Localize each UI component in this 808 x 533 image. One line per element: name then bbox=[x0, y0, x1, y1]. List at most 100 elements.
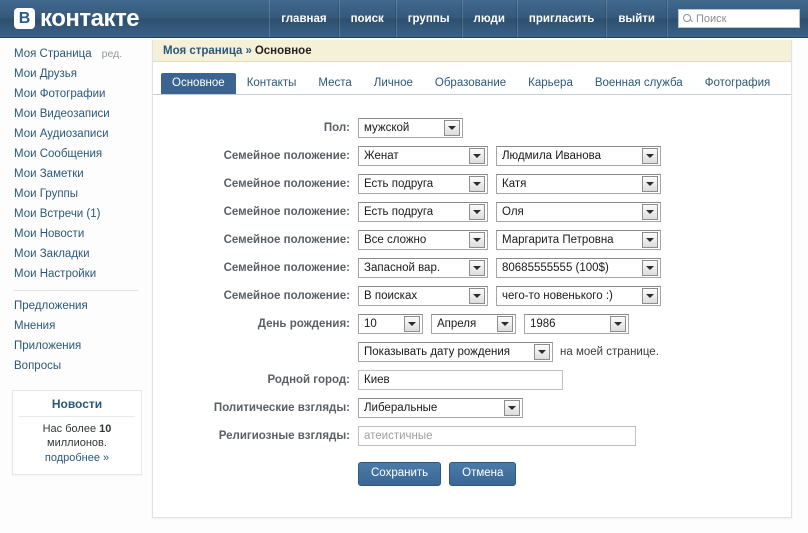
birthday-year-select[interactable]: 1986 bbox=[524, 314, 629, 334]
tab-main[interactable]: Основное bbox=[161, 73, 236, 94]
form-row-relationship: Семейное положение: В поисках чего-то но… bbox=[153, 285, 791, 306]
sidebar-item-my-page[interactable]: Моя Страницаред. bbox=[0, 44, 152, 64]
left-sidebar: Моя Страницаред. Мои Друзья Мои Фотограф… bbox=[0, 44, 152, 475]
birthday-day-select[interactable]: 10 bbox=[358, 314, 423, 334]
chevron-down-icon bbox=[642, 148, 658, 164]
relationship-partner-value: Катя bbox=[502, 178, 526, 190]
relationship-status-select[interactable]: Женат bbox=[358, 146, 488, 166]
relationship-partner-select[interactable]: Маргарита Петровна bbox=[496, 230, 661, 250]
main-navigation: главная поиск группы люди пригласить вый… bbox=[269, 0, 808, 38]
relationship-partner-select[interactable]: чего-то новенького :) bbox=[496, 286, 661, 306]
relationship-partner-select[interactable]: Людмила Иванова bbox=[496, 146, 661, 166]
relationship-partner-select[interactable]: Катя bbox=[496, 174, 661, 194]
news-widget-title: Новости bbox=[19, 397, 135, 417]
relationship-partner-select[interactable]: 80685555555 (100$) bbox=[496, 258, 661, 278]
religious-input[interactable]: атеистичные bbox=[358, 426, 636, 446]
tab-contacts[interactable]: Контакты bbox=[236, 73, 308, 94]
sidebar-item-bookmarks[interactable]: Мои Закладки bbox=[0, 244, 152, 264]
news-more-link[interactable]: подробнее » bbox=[45, 451, 109, 465]
sidebar-item-audio[interactable]: Мои Аудиозаписи bbox=[0, 124, 152, 144]
breadcrumb-separator: » bbox=[245, 45, 251, 57]
tab-education[interactable]: Образование bbox=[424, 73, 517, 94]
tab-career[interactable]: Карьера bbox=[517, 73, 584, 94]
relationship-partner-value: Оля bbox=[502, 206, 524, 218]
sidebar-item-opinions[interactable]: Мнения bbox=[0, 316, 152, 336]
header-search: Поиск bbox=[667, 0, 808, 38]
relationship-status-value: Есть подруга bbox=[364, 206, 433, 218]
relationship-status-select[interactable]: Запасной вар. bbox=[358, 258, 488, 278]
sidebar-item-messages[interactable]: Мои Сообщения bbox=[0, 144, 152, 164]
gender-label: Пол: bbox=[153, 122, 358, 134]
relationship-status-value: В поисках bbox=[364, 290, 417, 302]
sidebar-item-notes[interactable]: Мои Заметки bbox=[0, 164, 152, 184]
relationship-status-select[interactable]: Есть подруга bbox=[358, 202, 488, 222]
form-actions: Сохранить Отмена bbox=[153, 462, 791, 486]
birthday-month-select[interactable]: Апреля bbox=[431, 314, 516, 334]
breadcrumb-root[interactable]: Моя страница bbox=[163, 45, 242, 57]
tab-places[interactable]: Места bbox=[307, 73, 362, 94]
relationship-label: Семейное положение: bbox=[153, 262, 358, 274]
sidebar-item-apps[interactable]: Приложения bbox=[0, 336, 152, 356]
birthday-visibility-suffix: на моей странице. bbox=[560, 346, 659, 358]
birthday-year-value: 1986 bbox=[530, 318, 556, 330]
gender-select[interactable]: мужской bbox=[358, 118, 463, 138]
tab-personal[interactable]: Личное bbox=[363, 73, 424, 94]
chevron-down-icon bbox=[469, 260, 485, 276]
relationship-status-value: Есть подруга bbox=[364, 178, 433, 190]
sidebar-item-settings[interactable]: Мои Настройки bbox=[0, 264, 152, 284]
relationship-status-select[interactable]: В поисках bbox=[358, 286, 488, 306]
chevron-down-icon bbox=[504, 400, 520, 416]
form-row-relationship: Семейное положение: Есть подруга Катя bbox=[153, 173, 791, 194]
sidebar-item-questions[interactable]: Вопросы bbox=[0, 356, 152, 376]
nav-item-groups[interactable]: группы bbox=[396, 0, 462, 38]
sidebar-item-news[interactable]: Мои Новости bbox=[0, 224, 152, 244]
chevron-down-icon bbox=[444, 120, 460, 136]
nav-item-people[interactable]: люди bbox=[462, 0, 517, 38]
birthday-visibility-value: Показывать дату рождения bbox=[364, 346, 510, 358]
sidebar-item-videos[interactable]: Мои Видеозаписи bbox=[0, 104, 152, 124]
chevron-down-icon bbox=[469, 204, 485, 220]
relationship-partner-value: Маргарита Петровна bbox=[502, 234, 614, 246]
tab-photo[interactable]: Фотография bbox=[694, 73, 782, 94]
hometown-label: Родной город: bbox=[153, 374, 358, 386]
birthday-visibility-select[interactable]: Показывать дату рождения bbox=[358, 342, 553, 362]
search-icon bbox=[682, 13, 693, 24]
chevron-down-icon bbox=[497, 316, 513, 332]
news-text-suffix: миллионов. bbox=[47, 437, 107, 449]
chevron-down-icon bbox=[404, 316, 420, 332]
site-logo[interactable]: В контакте bbox=[0, 0, 269, 38]
political-select[interactable]: Либеральные bbox=[358, 398, 523, 418]
nav-item-search[interactable]: поиск bbox=[339, 0, 396, 38]
sidebar-item-photos[interactable]: Мои Фотографии bbox=[0, 84, 152, 104]
form-row-hometown: Родной город: Киев bbox=[153, 369, 791, 390]
chevron-down-icon bbox=[642, 232, 658, 248]
relationship-partner-value: чего-то новенького :) bbox=[502, 290, 613, 302]
nav-item-invite[interactable]: пригласить bbox=[517, 0, 606, 38]
relationship-partner-select[interactable]: Оля bbox=[496, 202, 661, 222]
tab-military[interactable]: Военная служба bbox=[584, 73, 694, 94]
sidebar-item-events[interactable]: Мои Встречи (1) bbox=[0, 204, 152, 224]
sidebar-item-offers[interactable]: Предложения bbox=[0, 296, 152, 316]
sidebar-item-groups[interactable]: Мои Группы bbox=[0, 184, 152, 204]
form-row-relationship: Семейное положение: Женат Людмила Иванов… bbox=[153, 145, 791, 166]
relationship-status-value: Запасной вар. bbox=[364, 262, 440, 274]
religious-placeholder: атеистичные bbox=[364, 430, 433, 442]
cancel-button[interactable]: Отмена bbox=[449, 462, 516, 486]
hometown-input[interactable]: Киев bbox=[358, 370, 563, 390]
profile-form: Пол: мужской Семейное положение: Женат Л… bbox=[153, 95, 791, 486]
sidebar-item-friends[interactable]: Мои Друзья bbox=[0, 64, 152, 84]
chevron-down-icon bbox=[642, 176, 658, 192]
relationship-status-select[interactable]: Есть подруга bbox=[358, 174, 488, 194]
nav-item-home[interactable]: главная bbox=[269, 0, 338, 38]
breadcrumb: Моя страница » Основное bbox=[153, 40, 791, 62]
nav-item-logout[interactable]: выйти bbox=[606, 0, 667, 38]
sidebar-divider bbox=[14, 290, 138, 291]
sidebar-edit-link[interactable]: ред. bbox=[102, 48, 123, 60]
relationship-status-select[interactable]: Все сложно bbox=[358, 230, 488, 250]
search-input[interactable]: Поиск bbox=[678, 9, 800, 28]
save-button[interactable]: Сохранить bbox=[358, 462, 441, 486]
political-label: Политические взгляды: bbox=[153, 402, 358, 414]
chevron-down-icon bbox=[469, 176, 485, 192]
vk-logo-icon: В bbox=[14, 8, 35, 29]
birthday-month-value: Апреля bbox=[437, 318, 476, 330]
